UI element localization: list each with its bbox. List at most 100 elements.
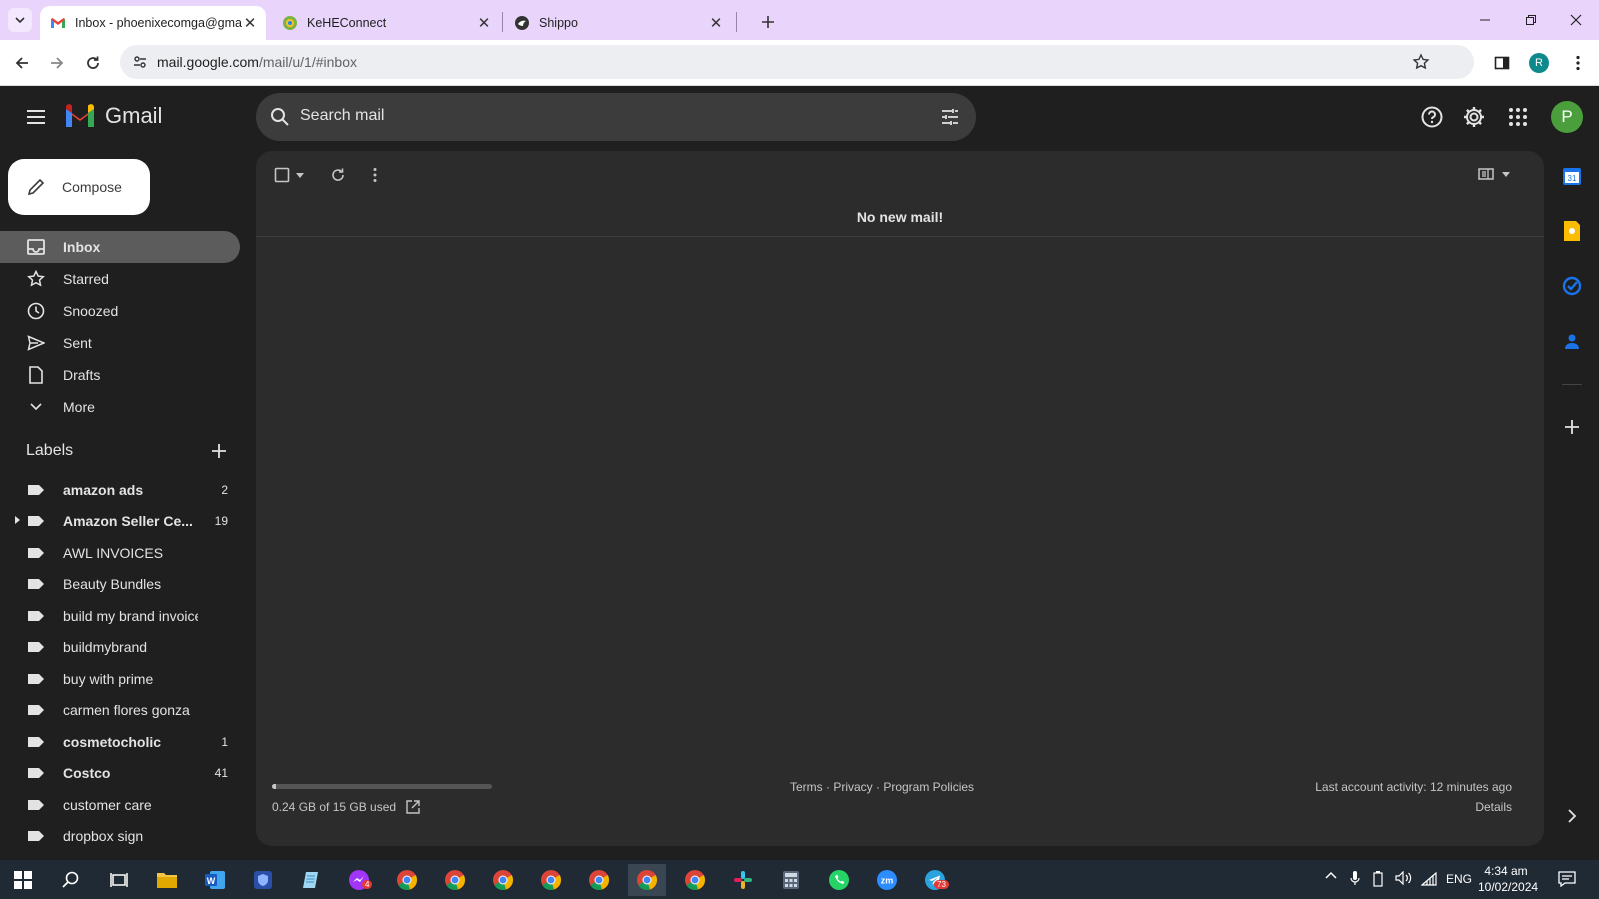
close-tab-icon[interactable]: ✕ <box>476 15 492 32</box>
show-hidden-icons[interactable] <box>1325 870 1337 880</box>
taskbar-chrome-5[interactable] <box>580 864 618 896</box>
nav-more[interactable]: More <box>0 391 240 423</box>
side-panel-button[interactable] <box>1489 50 1515 76</box>
close-tab-icon[interactable]: ✕ <box>708 15 724 32</box>
open-external-icon[interactable] <box>406 800 420 814</box>
close-tab-icon[interactable]: ✕ <box>242 15 258 32</box>
label-item[interactable]: buy with prime <box>0 663 240 695</box>
labels-heading: Labels <box>26 442 74 459</box>
label-item[interactable]: carmen flores gonza <box>0 694 240 726</box>
activity-details-link[interactable]: Details <box>1475 800 1512 814</box>
taskbar-calculator[interactable] <box>772 864 810 896</box>
nav-drafts[interactable]: Drafts <box>0 359 240 391</box>
label-item[interactable]: Beauty Bundles <box>0 568 240 600</box>
tab-shippo[interactable]: Shippo ✕ <box>504 6 732 40</box>
taskbar-telegram[interactable]: 73 <box>916 864 954 896</box>
split-pane-toggle[interactable] <box>1478 167 1510 181</box>
language-indicator[interactable]: ENG <box>1446 872 1472 886</box>
more-actions-button[interactable] <box>373 167 377 183</box>
gmail-logo[interactable]: Gmail <box>64 103 162 129</box>
label-tag-icon <box>28 579 44 590</box>
reload-button[interactable] <box>80 50 106 76</box>
tab-inbox[interactable]: Inbox - phoenixecomga@gmail.com ✕ <box>40 6 266 40</box>
select-all-checkbox[interactable] <box>274 167 304 183</box>
site-info-icon[interactable] <box>132 54 148 70</box>
nav-snoozed[interactable]: Snoozed <box>0 295 240 327</box>
taskbar-messenger[interactable]: 4 <box>340 864 378 896</box>
tasks-addon[interactable] <box>1560 274 1584 298</box>
label-item[interactable]: buildmybrand <box>0 631 240 663</box>
taskbar-app-blue[interactable] <box>244 864 282 896</box>
clock[interactable]: 4:34 am 10/02/2024 <box>1478 863 1538 895</box>
taskbar-chrome-2[interactable] <box>436 864 474 896</box>
calendar-addon[interactable]: 31 <box>1560 164 1584 188</box>
search-bar[interactable]: Search mail <box>256 93 976 141</box>
search-icon[interactable] <box>270 107 290 127</box>
minimize-button[interactable] <box>1462 0 1508 40</box>
taskbar-chrome-7[interactable] <box>676 864 714 896</box>
network-indicator[interactable] <box>1421 872 1437 886</box>
address-bar[interactable]: mail.google.com/mail/u/1/#inbox <box>120 45 1474 79</box>
taskbar-file-explorer[interactable] <box>148 864 186 896</box>
google-apps-button[interactable] <box>1508 107 1528 127</box>
tab-kehe[interactable]: KeHEConnect ✕ <box>272 6 500 40</box>
show-side-panel-button[interactable] <box>1560 804 1584 828</box>
taskbar-zoom[interactable]: zm <box>868 864 906 896</box>
search-options-icon[interactable] <box>940 107 960 127</box>
svg-text:31: 31 <box>1568 174 1577 183</box>
label-item[interactable]: amazon ads 2 <box>0 474 240 506</box>
task-view-button[interactable] <box>100 864 138 896</box>
main-menu-button[interactable] <box>24 105 48 129</box>
chevron-down-icon <box>26 397 46 417</box>
nav-sent[interactable]: Sent <box>0 327 240 359</box>
notification-center[interactable] <box>1558 871 1576 887</box>
account-avatar[interactable]: P <box>1551 101 1583 133</box>
label-item[interactable]: AWL INVOICES <box>0 537 240 569</box>
start-button[interactable] <box>4 864 42 896</box>
keep-addon[interactable] <box>1560 219 1584 243</box>
taskbar-word[interactable]: W <box>196 864 234 896</box>
profile-button[interactable]: R <box>1526 50 1552 76</box>
refresh-button[interactable] <box>330 167 346 183</box>
browser-menu-button[interactable] <box>1565 50 1591 76</box>
taskbar-whatsapp[interactable] <box>820 864 858 896</box>
contacts-addon[interactable] <box>1560 329 1584 353</box>
chrome-icon <box>685 870 706 890</box>
settings-button[interactable] <box>1462 105 1486 129</box>
taskbar-search-button[interactable] <box>52 864 90 896</box>
compose-button[interactable]: Compose <box>8 159 150 215</box>
footer-links[interactable]: Terms · Privacy · Program Policies <box>790 780 974 794</box>
get-addons-button[interactable] <box>1560 415 1584 439</box>
bookmark-star-icon[interactable] <box>1412 53 1430 71</box>
taskbar-chrome-active[interactable] <box>628 864 666 896</box>
taskbar-slack[interactable] <box>724 864 762 896</box>
support-button[interactable] <box>1420 105 1444 129</box>
create-label-button[interactable] <box>212 444 226 458</box>
label-item[interactable]: customer care <box>0 789 240 821</box>
volume-control[interactable] <box>1395 871 1413 885</box>
label-item[interactable]: Amazon Seller Ce... 19 <box>0 505 240 537</box>
taskbar-chrome-4[interactable] <box>532 864 570 896</box>
reload-icon <box>87 56 99 69</box>
battery-indicator[interactable] <box>1373 871 1383 887</box>
forward-button[interactable] <box>44 50 70 76</box>
close-window-button[interactable] <box>1553 0 1599 40</box>
storage-usage[interactable]: 0.24 GB of 15 GB used <box>272 800 420 814</box>
new-tab-button[interactable] <box>756 10 780 34</box>
label-item[interactable]: build my brand invoice <box>0 600 240 632</box>
taskbar-notepad[interactable] <box>292 864 330 896</box>
expand-label-icon[interactable] <box>15 516 20 525</box>
nav-inbox[interactable]: Inbox <box>0 231 240 263</box>
taskbar-chrome-1[interactable] <box>388 864 426 896</box>
label-item[interactable]: cosmetocholic 1 <box>0 726 240 758</box>
tab-search-button[interactable] <box>8 8 32 32</box>
label-name: carmen flores gonza <box>63 702 190 719</box>
search-input[interactable]: Search mail <box>300 107 384 125</box>
back-button[interactable] <box>9 50 35 76</box>
label-item[interactable]: Costco 41 <box>0 757 240 789</box>
microphone-indicator[interactable] <box>1350 871 1360 885</box>
taskbar-chrome-3[interactable] <box>484 864 522 896</box>
label-item[interactable]: dropbox sign <box>0 820 240 852</box>
nav-starred[interactable]: Starred <box>0 263 240 295</box>
restore-button[interactable] <box>1508 0 1554 40</box>
